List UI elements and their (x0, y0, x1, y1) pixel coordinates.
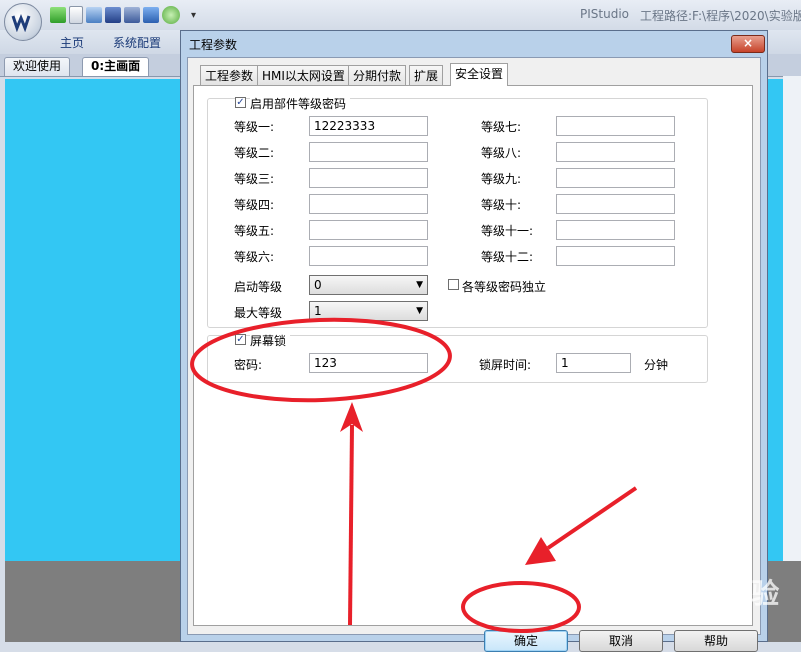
quick-access-toolbar: ▾ (50, 4, 196, 26)
level-11-password-field[interactable] (556, 220, 675, 240)
level-4-label: 等级四: (234, 198, 275, 212)
level-7-label: 等级七: (481, 120, 522, 134)
help-button[interactable]: 帮助 (674, 630, 758, 652)
independent-password-label: 各等级密码独立 (462, 280, 547, 294)
level-3-label: 等级三: (234, 172, 275, 186)
level-2-label: 等级二: (234, 146, 275, 160)
level-9-password-field[interactable] (556, 168, 675, 188)
doc-tab-main-screen[interactable]: 0:主画面 (82, 57, 150, 76)
chevron-down-icon: ▼ (416, 280, 423, 290)
tab-hmi-ethernet[interactable]: HMI以太网设置 (257, 65, 350, 85)
chevron-down-icon: ▼ (416, 306, 423, 316)
screen-lock-checkbox[interactable]: ✓ (235, 334, 246, 345)
app-name: PIStudio (580, 7, 629, 21)
screen-lock-password-field[interactable]: 123 (309, 353, 428, 373)
toolbar-dropdown-icon[interactable]: ▾ (191, 10, 196, 21)
level-2-password-field[interactable] (309, 142, 428, 162)
level-1-label: 等级一: (234, 120, 275, 134)
level-10-label: 等级十: (481, 198, 522, 212)
level-10-password-field[interactable] (556, 194, 675, 214)
level-8-label: 等级八: (481, 146, 522, 160)
screen-lock-label: 屏幕锁 (250, 332, 291, 349)
level-12-password-field[interactable] (556, 246, 675, 266)
side-panel (783, 76, 801, 561)
open-folder-icon[interactable] (86, 7, 102, 23)
dialog-body: 工程参数 HMI以太网设置 分期付款 扩展 安全设置 ✓ 启用部件等级密码 等级… (187, 57, 761, 652)
independent-password-checkbox[interactable] (448, 279, 459, 290)
enable-level-password-checkbox[interactable]: ✓ (235, 97, 246, 108)
max-level-select[interactable]: 1 ▼ (309, 301, 428, 321)
enable-level-password-label: 启用部件等级密码 (250, 95, 351, 112)
tab-extension[interactable]: 扩展 (409, 65, 444, 85)
screen-lock-password-label: 密码: (234, 358, 263, 372)
level-9-label: 等级九: (481, 172, 522, 186)
ok-button[interactable]: 确定 (484, 630, 568, 652)
level-1-password-field[interactable]: 12223333 (309, 116, 428, 136)
lock-time-field[interactable]: 1 (556, 353, 631, 373)
level-5-label: 等级五: (234, 224, 275, 238)
max-level-value: 1 (314, 304, 322, 318)
project-path: 工程路径:F:\程序\2020\实验版 (640, 9, 801, 23)
cancel-button[interactable]: 取消 (579, 630, 663, 652)
app-logo-icon[interactable] (4, 3, 42, 41)
level-5-password-field[interactable] (309, 220, 428, 240)
tab-security[interactable]: 安全设置 (450, 63, 509, 86)
start-level-value: 0 (314, 278, 322, 292)
new-file-icon[interactable] (50, 7, 66, 23)
simulate-icon[interactable] (162, 6, 180, 24)
tab-installment[interactable]: 分期付款 (348, 65, 407, 85)
ribbon-tab-system-config[interactable]: 系统配置 (113, 34, 161, 51)
logo-mark-icon (11, 13, 31, 32)
close-icon[interactable]: × (731, 35, 765, 53)
project-parameters-dialog: 工程参数 × 工程参数 HMI以太网设置 分期付款 扩展 安全设置 ✓ 启用部件… (180, 30, 768, 652)
level-3-password-field[interactable] (309, 168, 428, 188)
max-level-label: 最大等级 (234, 306, 283, 320)
level-8-password-field[interactable] (556, 142, 675, 162)
doc-tab-welcome[interactable]: 欢迎使用 (4, 57, 71, 76)
start-level-select[interactable]: 0 ▼ (309, 275, 428, 295)
dialog-title: 工程参数 (189, 38, 238, 52)
level-4-password-field[interactable] (309, 194, 428, 214)
level-6-password-field[interactable] (309, 246, 428, 266)
security-settings-panel: ✓ 启用部件等级密码 等级一: 12223333 等级二: 等级三: 等级四: … (193, 85, 753, 626)
level-12-label: 等级十二: (481, 250, 534, 264)
import-icon[interactable] (143, 7, 159, 23)
watermark-url: jingyan.baidu.com (640, 606, 733, 617)
start-level-label: 启动等级 (234, 280, 283, 294)
save-as-icon[interactable] (124, 7, 140, 23)
ribbon-tab-home[interactable]: 主页 (60, 34, 84, 51)
level-11-label: 等级十一: (481, 224, 534, 238)
tab-project-params[interactable]: 工程参数 (200, 65, 259, 85)
save-icon[interactable] (105, 7, 121, 23)
lock-time-label: 锁屏时间: (479, 358, 532, 372)
level-7-password-field[interactable] (556, 116, 675, 136)
open-file-icon[interactable] (69, 6, 83, 24)
lock-time-unit: 分钟 (644, 358, 669, 372)
app-title-bar: ▾ PIStudio 工程路径:F:\程序\2020\实验版 (0, 0, 801, 30)
level-6-label: 等级六: (234, 250, 275, 264)
